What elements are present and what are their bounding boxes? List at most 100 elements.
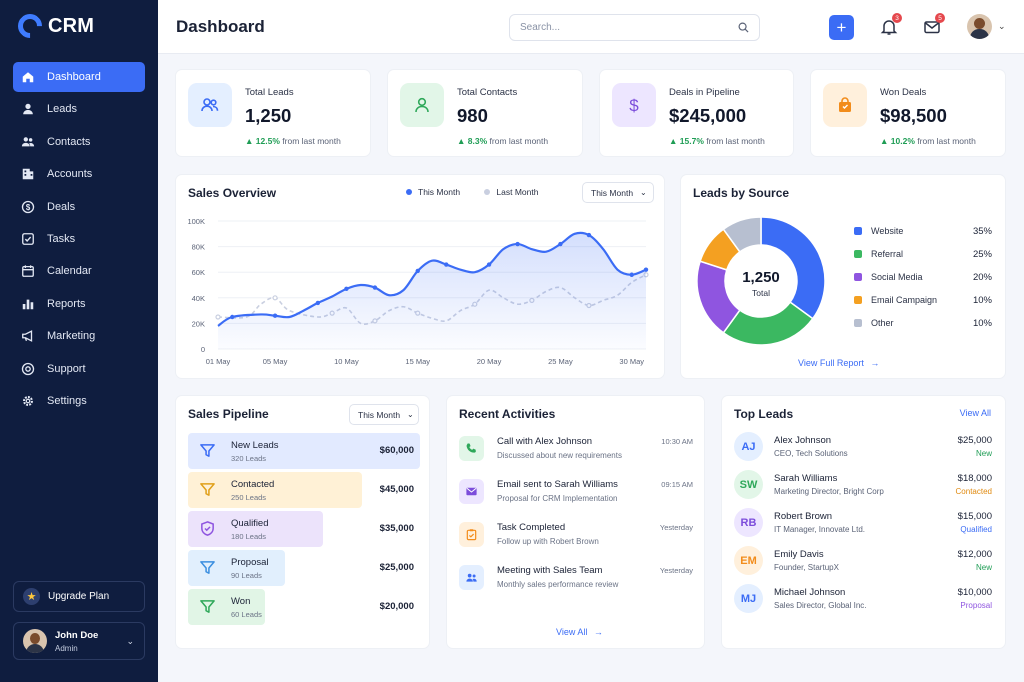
chevron-down-icon[interactable]: ⌄: [998, 21, 1006, 32]
lead-avatar: RB: [734, 508, 763, 537]
stat-delta: ▲ 10.2% from last month: [880, 136, 976, 146]
y-tick-label: 100K: [187, 217, 205, 226]
sidebar-item-dashboard[interactable]: Dashboard: [13, 62, 145, 92]
building-icon: [21, 167, 35, 181]
x-tick-label: 01 May: [206, 357, 231, 366]
lead-amount: $18,000: [957, 473, 992, 484]
user-menu[interactable]: John Doe Admin ⌄: [13, 622, 145, 660]
user-icon: [21, 102, 35, 116]
notifications-button[interactable]: 3: [880, 13, 902, 36]
star-icon: ★: [23, 588, 40, 605]
legend-swatch: [854, 250, 862, 258]
period-select[interactable]: This Month ⌄: [349, 404, 419, 425]
megaphone-icon: [21, 329, 35, 343]
activity-item[interactable]: Call with Alex Johnson Discussed about n…: [459, 434, 693, 470]
user-role: Admin: [55, 643, 78, 653]
pipeline-stage[interactable]: Proposal 90 Leads $25,000: [188, 550, 420, 586]
legend-swatch: [854, 227, 862, 235]
sidebar-item-accounts[interactable]: Accounts: [13, 159, 145, 189]
lead-item[interactable]: AJ Alex Johnson CEO, Tech Solutions $25,…: [734, 432, 992, 462]
sidebar-item-calendar[interactable]: Calendar: [13, 256, 145, 286]
sidebar-item-support[interactable]: Support: [13, 354, 145, 384]
sidebar-item-settings[interactable]: Settings: [13, 386, 145, 416]
activity-description: Follow up with Robert Brown: [497, 537, 599, 546]
search-icon[interactable]: [738, 22, 749, 33]
view-all-leads-link[interactable]: View All: [960, 408, 991, 418]
sidebar-item-reports[interactable]: Reports: [13, 289, 145, 319]
source-label: Email Campaign: [871, 295, 938, 305]
delta-value: 8.3%: [467, 136, 488, 146]
stat-label: Deals in Pipeline: [669, 87, 740, 98]
view-all-activities-link[interactable]: View All →: [556, 627, 603, 637]
sidebar-item-marketing[interactable]: Marketing: [13, 321, 145, 351]
sidebar-item-contacts[interactable]: Contacts: [13, 127, 145, 157]
plus-icon: +: [836, 17, 847, 37]
sidebar-nav: Dashboard Leads Contacts Accounts $ Deal…: [13, 62, 145, 418]
series-area-this-month: [218, 232, 646, 349]
mail-icon: [459, 479, 484, 504]
data-point: [372, 285, 378, 290]
shield-check-icon: [201, 521, 214, 536]
activity-item[interactable]: Email sent to Sarah Williams Proposal fo…: [459, 477, 693, 513]
lead-status: New: [975, 563, 992, 572]
sidebar-item-deals[interactable]: $ Deals: [13, 192, 145, 222]
lead-status: New: [975, 449, 992, 458]
delta-value: 12.5%: [255, 136, 280, 146]
stat-value: $245,000: [669, 105, 747, 126]
lead-item[interactable]: RB Robert Brown IT Manager, Innovate Ltd…: [734, 508, 992, 538]
shopping-bag-icon: [823, 83, 867, 127]
activity-item[interactable]: Meeting with Sales Team Monthly sales pe…: [459, 563, 693, 599]
stage-count: 60 Leads: [231, 610, 262, 619]
stat-label: Total Leads: [245, 87, 294, 98]
messages-button[interactable]: 5: [923, 13, 945, 36]
x-tick-label: 05 May: [263, 357, 288, 366]
upgrade-plan-button[interactable]: ★ Upgrade Plan: [13, 581, 145, 612]
stage-name: New Leads: [231, 440, 279, 451]
source-percent: 25%: [972, 248, 992, 260]
activity-time: 09:15 AM: [661, 480, 693, 489]
donut-total-label: Total: [752, 288, 770, 298]
lead-role: Founder, StartupX: [774, 563, 839, 572]
lead-status: Proposal: [960, 601, 992, 610]
sidebar-item-label: Dashboard: [47, 71, 101, 83]
stage-amount: $45,000: [379, 484, 414, 495]
source-row: Website 35%: [854, 224, 992, 238]
stage-count: 180 Leads: [231, 532, 267, 541]
lead-role: IT Manager, Innovate Ltd.: [774, 525, 866, 534]
data-point: [643, 267, 649, 272]
dollar-icon: $: [612, 83, 656, 127]
data-point: [315, 300, 321, 306]
pipeline-stage[interactable]: New Leads 320 Leads $60,000: [188, 433, 420, 469]
source-row: Other 10%: [854, 316, 992, 330]
lead-item[interactable]: MJ Michael Johnson Sales Director, Globa…: [734, 584, 992, 614]
pipeline-stage[interactable]: Contacted 250 Leads $45,000: [188, 472, 420, 508]
avatar[interactable]: [967, 14, 992, 39]
data-point: [586, 232, 592, 238]
source-label: Social Media: [871, 272, 923, 282]
pipeline-stage[interactable]: Qualified 180 Leads $35,000: [188, 511, 420, 547]
stage-count: 90 Leads: [231, 571, 262, 580]
avatar: [23, 629, 47, 653]
top-header: Dashboard + 3 5 ⌄: [158, 0, 1024, 54]
search-input[interactable]: [520, 15, 730, 40]
pipeline-stage[interactable]: Won 60 Leads $20,000: [188, 589, 420, 625]
sidebar-item-tasks[interactable]: Tasks: [13, 224, 145, 254]
arrow-up-icon: ▲: [245, 136, 254, 146]
sidebar-item-leads[interactable]: Leads: [13, 94, 145, 124]
bar-chart-icon: [21, 297, 35, 311]
view-full-report-link[interactable]: View Full Report →: [798, 358, 879, 368]
lead-item[interactable]: SW Sarah Williams Marketing Director, Br…: [734, 470, 992, 500]
y-tick-label: 40K: [192, 294, 205, 303]
stat-card-total-contacts: Total Contacts 980 ▲ 8.3% from last mont…: [387, 69, 583, 157]
legend-swatch: [854, 296, 862, 304]
y-tick-label: 0: [201, 345, 205, 354]
add-button[interactable]: +: [829, 15, 854, 40]
source-label: Website: [871, 226, 904, 236]
app-logo[interactable]: CRM: [13, 9, 94, 43]
lead-name: Robert Brown: [774, 511, 833, 522]
activity-item[interactable]: Task Completed Follow up with Robert Bro…: [459, 520, 693, 556]
source-row: Email Campaign 10%: [854, 293, 992, 307]
lead-item[interactable]: EM Emily Davis Founder, StartupX $12,000…: [734, 546, 992, 576]
stat-value: $98,500: [880, 105, 947, 126]
stat-delta: ▲ 8.3% from last month: [457, 136, 548, 146]
